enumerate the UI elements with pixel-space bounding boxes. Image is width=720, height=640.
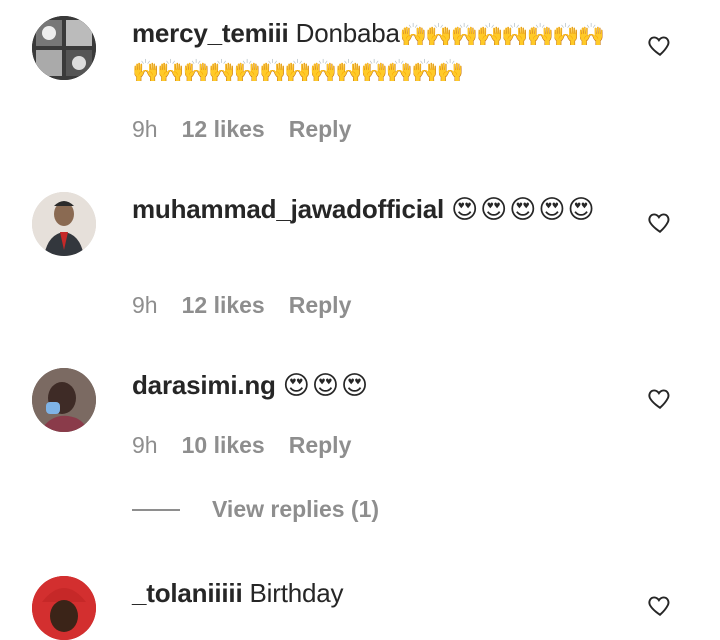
comment-likes[interactable]: 12 likes — [182, 292, 265, 319]
comment-likes[interactable]: 10 likes — [182, 432, 265, 459]
comment-message: Birthday — [249, 578, 344, 608]
comment-likes[interactable]: 12 likes — [182, 116, 265, 143]
comment-username[interactable]: mercy_temiii — [132, 18, 289, 48]
comment-meta: 9h 10 likes Reply — [132, 432, 351, 459]
comment-text: muhammad_jawadofficial 😍😍😍😍😍 — [132, 192, 612, 227]
comment-text: darasimi.ng 😍😍😍 — [132, 368, 612, 403]
comment-time: 9h — [132, 432, 158, 458]
comment-username[interactable]: _tolaniiiii — [132, 578, 243, 608]
comment-time: 9h — [132, 116, 158, 142]
comment-message: Donbaba — [295, 18, 400, 48]
avatar[interactable] — [32, 368, 96, 432]
comment-username[interactable]: muhammad_jawadofficial — [132, 194, 444, 224]
heart-icon[interactable] — [647, 32, 673, 58]
comment-meta: 9h 12 likes Reply — [132, 116, 351, 143]
comment-time: 9h — [132, 292, 158, 318]
comment-text: mercy_temiii Donbaba🙌🙌🙌🙌🙌🙌🙌🙌🙌🙌🙌🙌🙌🙌🙌🙌🙌🙌🙌🙌… — [132, 16, 612, 88]
heart-icon[interactable] — [647, 385, 673, 411]
avatar[interactable] — [32, 16, 96, 80]
heart-icon[interactable] — [647, 592, 673, 618]
avatar[interactable] — [32, 576, 96, 640]
reply-button[interactable]: Reply — [289, 432, 352, 459]
view-replies-label: View replies (1) — [212, 496, 380, 522]
reply-button[interactable]: Reply — [289, 116, 352, 143]
heart-icon[interactable] — [647, 209, 673, 235]
reply-button[interactable]: Reply — [289, 292, 352, 319]
avatar[interactable] — [32, 192, 96, 256]
comment-text: _tolaniiiii Birthday — [132, 576, 612, 611]
view-replies-button[interactable]: View replies (1) — [132, 496, 379, 523]
comment-emoji: 😍😍😍 — [282, 370, 371, 400]
comment-username[interactable]: darasimi.ng — [132, 370, 276, 400]
comment-meta: 9h 12 likes Reply — [132, 292, 351, 319]
comment-emoji: 😍😍😍😍😍 — [451, 194, 597, 224]
view-replies-divider — [132, 508, 180, 511]
